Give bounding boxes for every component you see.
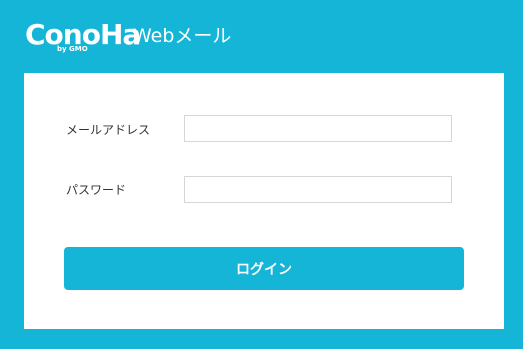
- logo-tagline: by GMO: [57, 45, 88, 53]
- email-label: メールアドレス: [66, 123, 151, 137]
- login-card: メールアドレス パスワード ログイン: [24, 73, 504, 329]
- login-button[interactable]: ログイン: [64, 247, 464, 290]
- password-label: パスワード: [66, 183, 127, 197]
- app-title: Webメール: [133, 25, 232, 47]
- password-field[interactable]: [184, 176, 452, 203]
- conoha-logo: ConoHa by GMO: [25, 18, 141, 54]
- email-field[interactable]: [184, 115, 452, 142]
- header: ConoHa by GMO Webメール: [0, 0, 523, 72]
